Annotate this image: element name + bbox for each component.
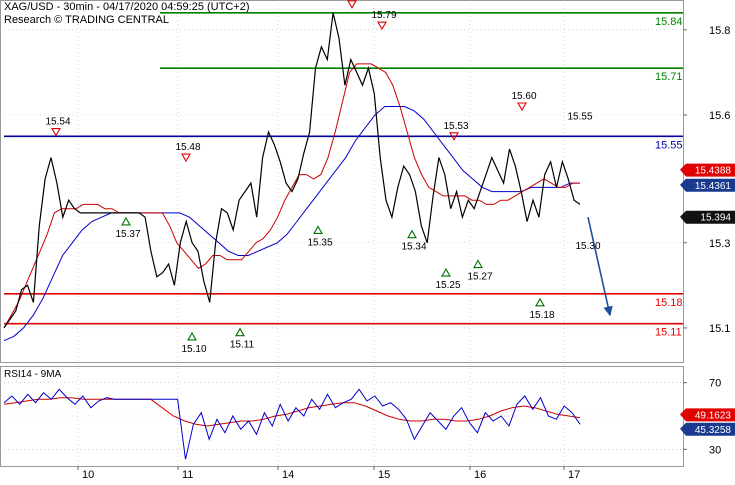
swing-low-label: 15.18 — [529, 310, 554, 321]
rsi-title: RSI14 - 9MA — [4, 369, 62, 380]
sma-red-line — [3, 63, 580, 329]
rsi-panel-frame — [0, 366, 684, 467]
swing-low-label: 15.34 — [401, 242, 426, 253]
level-label: 15.55 — [655, 139, 683, 151]
rsi-axis-label: 70 — [709, 378, 721, 390]
swing-low-marker — [473, 259, 483, 269]
swing-low-marker — [235, 327, 245, 337]
swing-high-label: 15.54 — [45, 117, 70, 128]
rsi-badge-label: 45.3258 — [695, 425, 732, 436]
x-axis-label: 10 — [82, 469, 94, 480]
swing-note-label: 15.55 — [567, 111, 592, 122]
swing-low-label: 15.37 — [115, 229, 140, 240]
price-axis-label: 15.1 — [709, 323, 730, 335]
x-axis-label: 16 — [474, 469, 486, 480]
swing-high-label: 15.79 — [371, 10, 396, 21]
x-axis-label: 14 — [282, 469, 294, 480]
price-line — [3, 12, 581, 329]
swing-low-label: 15.25 — [435, 280, 460, 291]
swing-note-label: 15.30 — [575, 241, 600, 252]
swing-low-marker — [535, 297, 545, 307]
swing-low-marker — [313, 225, 323, 235]
level-label: 15.71 — [655, 71, 683, 83]
forecast-arrow-head — [603, 305, 613, 317]
chart-svg: 15.1 15.3 15.6 15.8 10 11 14 15 16 17 15.84 15.71 15… — [0, 0, 735, 481]
price-badge-label: 15.394 — [700, 213, 731, 224]
chart-root: 15.1 15.3 15.6 15.8 10 11 14 15 16 17 15.84 15.71 15… — [0, 0, 735, 481]
x-axis-label: 11 — [182, 469, 193, 480]
rsi-axis-label: 30 — [709, 444, 721, 456]
swing-low-label: 15.11 — [230, 340, 255, 351]
swing-low-marker — [407, 229, 417, 239]
swing-high-marker — [181, 153, 191, 163]
level-label: 15.84 — [655, 16, 683, 28]
swing-low-label: 15.10 — [181, 344, 206, 355]
price-axis-label: 15.3 — [709, 238, 730, 250]
swing-high-label: 15.48 — [175, 142, 200, 153]
price-panel-frame — [0, 0, 684, 363]
swing-high-label: 15.60 — [511, 91, 536, 102]
swing-low-marker — [121, 216, 131, 226]
sma-blue-line — [3, 106, 580, 342]
x-axis-label: 15 — [378, 469, 390, 480]
swing-low-marker — [187, 331, 197, 341]
swing-high-marker — [347, 0, 357, 9]
swing-low-marker — [441, 267, 451, 277]
swing-high-marker — [517, 102, 527, 112]
x-axis-label: 17 — [568, 469, 580, 480]
swing-low-label: 15.27 — [467, 272, 492, 283]
swing-high-marker — [377, 21, 387, 31]
forecast-arrow-shaft — [587, 217, 611, 316]
chart-header-source: Research © TRADING CENTRAL — [4, 14, 169, 26]
price-axis-label: 15.8 — [709, 25, 730, 37]
level-label: 15.11 — [655, 327, 682, 339]
rsi-badge-label: 49.1623 — [695, 410, 732, 421]
swing-high-label: 15.53 — [443, 121, 468, 132]
price-badge-label: 15.4361 — [695, 181, 732, 192]
swing-high-marker — [51, 127, 61, 137]
swing-low-label: 15.35 — [307, 237, 332, 248]
rsi-ma-line — [3, 397, 581, 427]
level-label: 15.18 — [655, 297, 683, 309]
chart-header-title: XAG/USD - 30min - 04/17/2020 04:59:25 (U… — [4, 1, 250, 13]
price-badge-label: 15.4388 — [695, 166, 732, 177]
price-axis-label: 15.6 — [709, 110, 730, 122]
